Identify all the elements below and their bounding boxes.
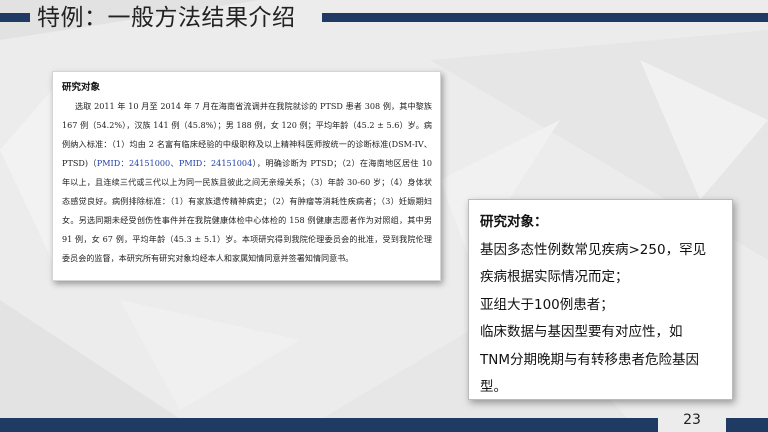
excerpt-body: 选取 2011 年 10 月至 2014 年 7 月在海南省流调并在我院就诊的 … [62, 97, 432, 268]
callout-title: 研究对象： [480, 214, 548, 230]
title-accent-bar-right [322, 13, 768, 22]
callout-line: 基因多态性例数常见疾病>250，罕见 [480, 241, 707, 258]
excerpt-text-part-b: ），明确诊断为 PTSD；（2）在海南地区居住 10 年以上，且连续三代或三代以… [62, 158, 432, 263]
callout-line: 型。 [480, 379, 507, 395]
paper-excerpt-image: 研究对象 选取 2011 年 10 月至 2014 年 7 月在海南省流调并在我… [52, 71, 441, 281]
title-accent-bar-left [0, 13, 30, 22]
callout-line: TNM分期晚期与有转移患者危险基因 [480, 351, 699, 368]
excerpt-heading: 研究对象 [62, 82, 101, 93]
callout-line: 亚组大于100例患者； [480, 296, 614, 313]
footer-accent-bar-left [0, 418, 658, 432]
footer-accent-bar-right [726, 418, 768, 432]
summary-callout-box: 研究对象： 基因多态性例数常见疾病>250，罕见 疾病根据实际情况而定； 亚组大… [468, 199, 733, 400]
page-number: 23 [683, 412, 701, 428]
excerpt-pmid-reference: PMID：24151000、PMID：24151004 [96, 158, 253, 168]
callout-line: 临床数据与基因型要有对应性，如 [480, 324, 683, 340]
callout-line: 疾病根据实际情况而定； [480, 269, 629, 285]
slide-title: 特例：一般方法结果介绍 [37, 5, 296, 31]
